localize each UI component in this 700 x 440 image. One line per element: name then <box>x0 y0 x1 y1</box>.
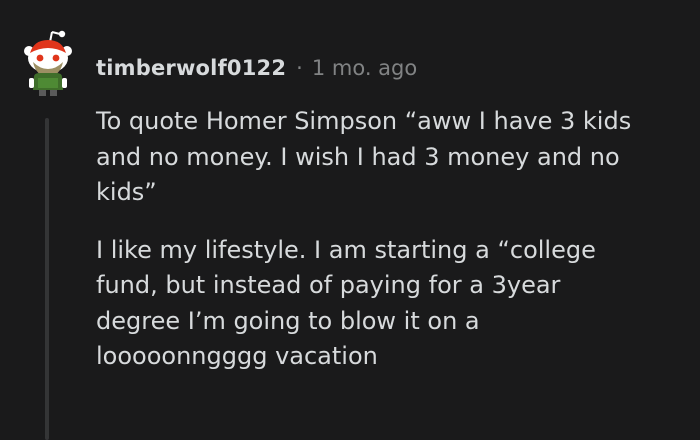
text-line: degree I’m going to blow it on a <box>96 306 480 335</box>
text-line: looooonngggg vacation <box>96 342 378 370</box>
text-line: and no money. I wish I had 3 money and n… <box>96 142 620 171</box>
text-line: I like my lifestyle. I am starting a “co… <box>96 235 596 264</box>
comment-paragraph: I like my lifestyle. I am starting a “co… <box>96 233 686 375</box>
comment-paragraph: To quote Homer Simpson “aww I have 3 kid… <box>96 104 686 211</box>
snoo-avatar-icon <box>24 30 72 96</box>
comment-timestamp[interactable]: 1 mo. ago <box>312 56 417 80</box>
text-line: To quote Homer Simpson “aww I have 3 kid… <box>96 107 632 135</box>
comment-header: timberwolf0122 · 1 mo. ago <box>96 48 417 88</box>
author-username[interactable]: timberwolf0122 <box>96 56 286 80</box>
text-line: kids” <box>96 178 157 206</box>
comment-body: To quote Homer Simpson “aww I have 3 kid… <box>96 104 686 397</box>
meta-separator: · <box>296 56 303 80</box>
user-avatar-icon[interactable] <box>20 20 76 100</box>
text-line: fund, but instead of paying for a 3year <box>96 271 561 299</box>
thread-collapse-line[interactable] <box>45 118 49 440</box>
